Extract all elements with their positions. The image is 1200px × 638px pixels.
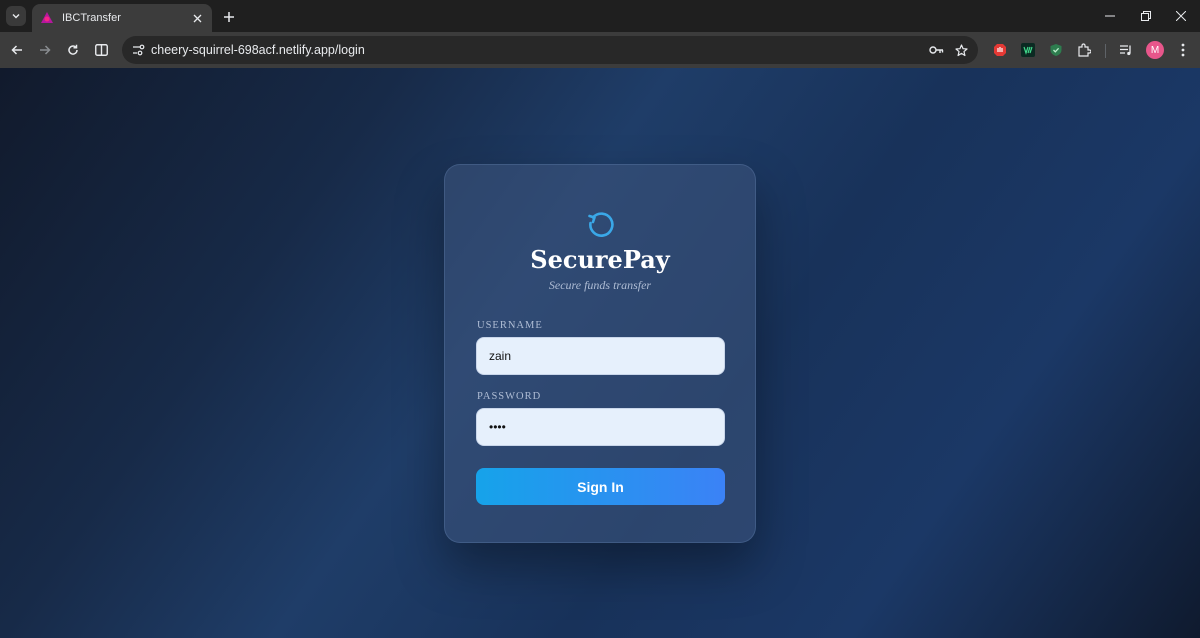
- url-text: cheery-squirrel-698acf.netlify.app/login: [151, 43, 365, 57]
- bookmark-star-icon[interactable]: [951, 40, 971, 60]
- minimize-icon[interactable]: [1100, 6, 1120, 26]
- menu-icon[interactable]: [1173, 40, 1193, 60]
- page-viewport: SecurePay Secure funds transfer USERNAME…: [0, 68, 1200, 638]
- brand-title: SecurePay: [530, 245, 670, 274]
- window-close-icon[interactable]: [1171, 6, 1191, 26]
- toolbar-separator: [1105, 44, 1106, 58]
- refresh-logo-icon: [588, 212, 614, 237]
- extensions-icon[interactable]: [1074, 40, 1094, 60]
- brand-tagline: Secure funds transfer: [548, 278, 652, 292]
- tab-search-icon[interactable]: [6, 6, 26, 26]
- password-input[interactable]: [476, 408, 725, 446]
- browser-toolbar: cheery-squirrel-698acf.netlify.app/login…: [0, 32, 1200, 68]
- back-icon[interactable]: [7, 40, 27, 60]
- password-key-icon[interactable]: [926, 40, 946, 60]
- shield-extension-icon[interactable]: [1046, 40, 1066, 60]
- password-label: PASSWORD: [477, 391, 542, 402]
- profile-avatar[interactable]: M: [1146, 41, 1164, 59]
- adblock-extension-icon[interactable]: [990, 40, 1010, 60]
- restore-icon[interactable]: [1136, 6, 1156, 26]
- media-controls-icon[interactable]: [1116, 40, 1136, 60]
- browser-tab[interactable]: IBCTransfer: [32, 4, 212, 32]
- vue-devtools-extension-icon[interactable]: [1018, 40, 1038, 60]
- new-tab-icon[interactable]: [220, 8, 238, 26]
- app-favicon-icon: [41, 12, 53, 23]
- tab-title: IBCTransfer: [62, 12, 121, 24]
- login-card: SecurePay Secure funds transfer USERNAME…: [444, 164, 756, 543]
- tab-strip: IBCTransfer: [0, 0, 1200, 32]
- username-input[interactable]: [476, 337, 725, 375]
- sign-in-button[interactable]: Sign In: [476, 468, 725, 505]
- close-icon[interactable]: [190, 11, 204, 25]
- forward-icon[interactable]: [35, 40, 55, 60]
- split-view-icon[interactable]: [91, 40, 111, 60]
- site-info-icon[interactable]: [128, 40, 148, 60]
- address-bar[interactable]: cheery-squirrel-698acf.netlify.app/login: [122, 36, 978, 64]
- username-label: USERNAME: [477, 320, 543, 331]
- reload-icon[interactable]: [63, 40, 83, 60]
